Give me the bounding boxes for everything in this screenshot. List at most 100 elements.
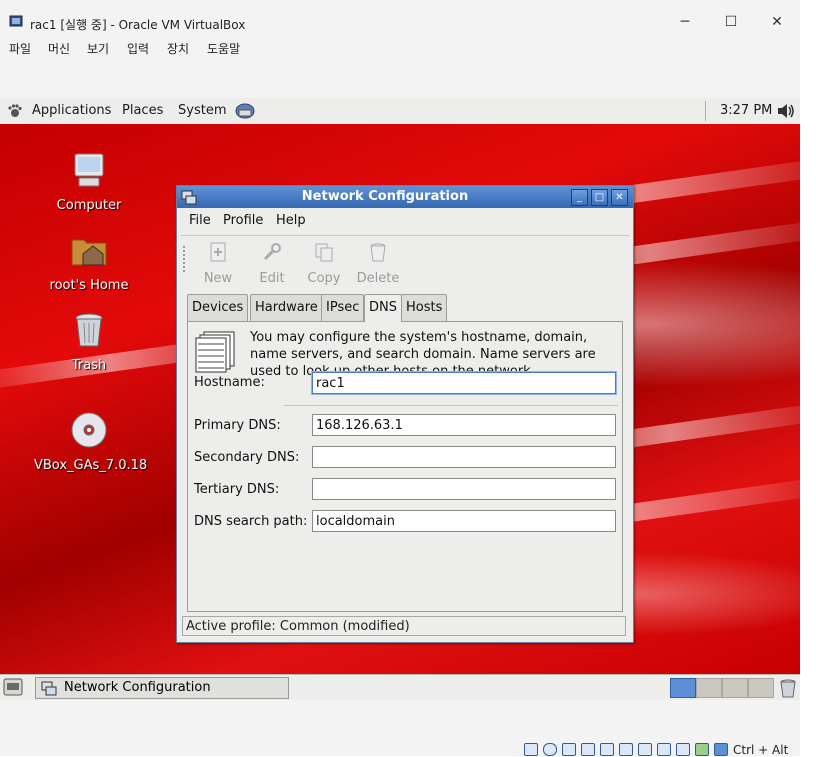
host-menu-input[interactable]: 입력: [127, 40, 149, 57]
host-menubar: 파일 머신 보기 입력 장치 도움말: [0, 36, 800, 56]
gnome-foot-icon: [8, 104, 22, 117]
hdd-status-icon[interactable]: [524, 743, 538, 756]
tab-ipsec[interactable]: IPsec: [321, 294, 365, 321]
search-path-input[interactable]: localdomain: [312, 510, 616, 532]
network-configuration-dialog: Network Configuration _ □ ✕ File Profile…: [176, 185, 634, 643]
dialog-titlebar[interactable]: Network Configuration _ □ ✕: [177, 186, 633, 208]
guest-top-panel: Applications Places System 3:27 PM: [0, 98, 800, 125]
dialog-minimize-button[interactable]: _: [571, 189, 588, 206]
toolbar-grip[interactable]: [183, 246, 189, 272]
host-key-label: Ctrl + Alt: [733, 743, 789, 757]
computer-icon: [74, 153, 104, 187]
desktop-icon-label: root's Home: [49, 278, 129, 293]
host-menu-view[interactable]: 보기: [87, 40, 109, 57]
new-icon: [210, 242, 226, 262]
workspace-4[interactable]: [748, 678, 774, 698]
dns-tab-panel: You may configure the system's hostname,…: [187, 321, 623, 612]
shared-folders-icon[interactable]: [619, 743, 633, 756]
minimize-button[interactable]: ─: [670, 10, 700, 34]
host-menu-file[interactable]: 파일: [9, 40, 31, 57]
panel-trash-icon[interactable]: [779, 678, 797, 698]
host-strip: [0, 56, 800, 98]
secondary-dns-input[interactable]: [312, 446, 616, 468]
host-right-edge: [800, 0, 816, 756]
delete-button[interactable]: Delete: [353, 241, 403, 286]
copy-label: Copy: [307, 271, 341, 286]
dns-table-icon: [195, 331, 235, 373]
network-task-icon: [41, 681, 57, 696]
virtualbox-app-icon: [9, 15, 23, 27]
applications-menu[interactable]: Applications: [32, 103, 111, 118]
primary-dns-input[interactable]: 168.126.63.1: [312, 414, 616, 436]
delete-label: Delete: [356, 271, 400, 286]
tab-dns[interactable]: DNS: [364, 294, 402, 322]
home-folder-icon: [71, 239, 107, 266]
secondary-dns-label: Secondary DNS:: [194, 450, 300, 465]
dialog-maximize-button[interactable]: □: [591, 189, 608, 206]
desktop-icon-computer[interactable]: Computer: [34, 150, 144, 213]
recording-status-icon[interactable]: [657, 743, 671, 756]
taskbar-network-configuration[interactable]: Network Configuration: [35, 677, 289, 699]
trash-icon: [75, 313, 103, 347]
usb-status-icon[interactable]: [600, 743, 614, 756]
edit-label: Edit: [259, 271, 285, 286]
audio-status-icon[interactable]: [562, 743, 576, 756]
workspace-1[interactable]: [670, 678, 696, 698]
host-menu-devices[interactable]: 장치: [167, 40, 189, 57]
dialog-close-button[interactable]: ✕: [611, 189, 628, 206]
cdrom-icon: [71, 412, 107, 448]
status-bar: Active profile: Common (modified): [182, 616, 626, 636]
places-menu[interactable]: Places: [122, 103, 163, 118]
network-manager-icon[interactable]: [234, 101, 256, 121]
display-status-icon[interactable]: [638, 743, 652, 756]
tertiary-dns-input[interactable]: [312, 478, 616, 500]
system-menu[interactable]: System: [178, 103, 226, 118]
new-button[interactable]: New: [193, 241, 243, 286]
desktop-icon-trash[interactable]: Trash: [34, 310, 144, 373]
host-window-title: rac1 [실행 중] - Oracle VM VirtualBox: [30, 18, 246, 32]
workspace-3[interactable]: [722, 678, 748, 698]
menu-profile[interactable]: Profile: [223, 213, 263, 228]
menu-separator: [181, 235, 629, 236]
desktop-icon-label: VBox_GAs_7.0.18: [34, 458, 148, 473]
optical-status-icon[interactable]: [543, 743, 557, 756]
desktop-icon-vbox-gas[interactable]: VBox_GAs_7.0.18: [34, 410, 148, 473]
wrench-icon: [263, 243, 281, 261]
maximize-button[interactable]: ☐: [716, 10, 746, 34]
taskbar-label: Network Configuration: [64, 680, 211, 695]
copy-button[interactable]: Copy: [299, 241, 349, 286]
host-window-titlebar: rac1 [실행 중] - Oracle VM VirtualBox ─ ☐ ✕: [0, 0, 800, 36]
host-status-bar: Ctrl + Alt: [0, 700, 800, 757]
show-desktop-icon[interactable]: [3, 678, 23, 696]
keyboard-capture-icon[interactable]: [714, 743, 728, 756]
tertiary-dns-label: Tertiary DNS:: [194, 482, 280, 497]
new-label: New: [203, 271, 233, 286]
volume-icon[interactable]: [776, 102, 796, 120]
edit-button[interactable]: Edit: [247, 241, 297, 286]
copy-icon: [315, 243, 333, 262]
dialog-title: Network Configuration: [301, 189, 469, 204]
field-separator: [284, 405, 618, 406]
menu-help[interactable]: Help: [276, 213, 306, 228]
host-menu-machine[interactable]: 머신: [48, 40, 70, 57]
clock[interactable]: 3:27 PM: [720, 103, 772, 118]
primary-dns-label: Primary DNS:: [194, 418, 281, 433]
tab-hosts[interactable]: Hosts: [401, 294, 448, 321]
tab-hardware[interactable]: Hardware: [250, 294, 323, 321]
panel-separator: [705, 101, 706, 121]
host-menu-help[interactable]: 도움말: [207, 40, 240, 57]
desktop-icon-home[interactable]: root's Home: [34, 230, 144, 293]
tab-devices[interactable]: Devices: [187, 294, 249, 321]
close-button[interactable]: ✕: [762, 10, 792, 34]
search-path-label: DNS search path:: [194, 514, 308, 529]
menu-file[interactable]: File: [189, 213, 211, 228]
desktop-icon-label: Trash: [71, 358, 107, 373]
cpu-status-icon[interactable]: [676, 743, 690, 756]
guest-bottom-panel: Network Configuration: [0, 674, 800, 701]
workspace-2[interactable]: [696, 678, 722, 698]
mouse-integration-icon[interactable]: [695, 743, 709, 756]
delete-trash-icon: [370, 243, 386, 262]
desktop-icon-label: Computer: [56, 198, 122, 213]
hostname-input[interactable]: rac1: [312, 372, 616, 394]
network-status-icon[interactable]: [581, 743, 595, 756]
